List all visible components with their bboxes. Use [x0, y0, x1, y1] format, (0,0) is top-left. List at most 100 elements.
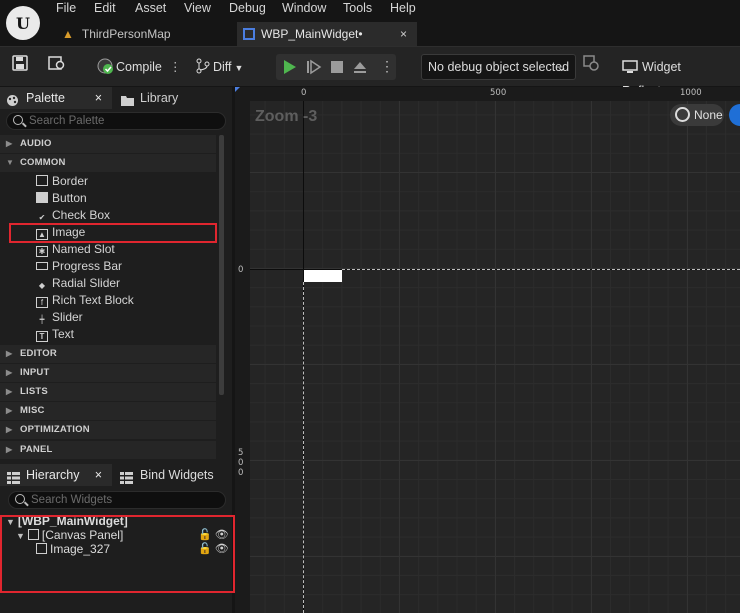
diff-chevron-down-icon: ▼: [234, 63, 244, 73]
palette-item-slider[interactable]: ┿ Slider: [36, 309, 83, 326]
widget-reflector-button[interactable]: Widget Reflector: [622, 55, 734, 98]
play-options-icon[interactable]: ⋮: [380, 58, 394, 75]
play-icon[interactable]: [282, 58, 298, 79]
palette-item-text[interactable]: T Text: [36, 326, 74, 343]
category-lists[interactable]: ▶ LISTS: [0, 383, 216, 401]
hierarchy-close-icon[interactable]: ×: [95, 464, 102, 486]
ruler-vertical: 0 5 0 0: [235, 101, 250, 613]
tab-library[interactable]: Library: [118, 87, 178, 109]
border-icon: [36, 175, 48, 186]
category-input[interactable]: ▶ INPUT: [0, 364, 216, 382]
menu-window[interactable]: Window: [282, 0, 326, 17]
menu-view[interactable]: View: [184, 0, 211, 17]
dpi-preview-button[interactable]: None: [670, 104, 724, 126]
ruler-tick-label: 0: [301, 88, 307, 98]
search-icon: [13, 115, 23, 125]
compile-options-icon[interactable]: ⋮: [169, 55, 182, 79]
tab-wbp-main-widget[interactable]: WBP_MainWidget• ×: [237, 22, 417, 46]
radial-slider-icon: ◆: [38, 281, 46, 290]
title-bar: U File Edit Asset View Debug Window Tool…: [0, 0, 740, 46]
canvas-bound-horizontal: [342, 269, 740, 270]
palette-item-check-box[interactable]: ✔ Check Box: [36, 207, 110, 224]
bind-widgets-icon: [120, 469, 133, 491]
palette-item-button[interactable]: Button: [36, 190, 87, 207]
tab-bind-widgets[interactable]: Bind Widgets: [118, 464, 214, 486]
palette-item-progress-bar[interactable]: Progress Bar: [36, 258, 122, 275]
palette-item-border[interactable]: Border: [36, 173, 88, 190]
expand-arrow-icon: ▶: [6, 406, 13, 415]
eject-icon[interactable]: [352, 59, 368, 78]
named-slot-icon: ✱: [36, 246, 48, 257]
hierarchy-icon: [7, 469, 20, 491]
unreal-logo-icon[interactable]: U: [6, 6, 40, 40]
chevron-down-icon: ⌄: [556, 60, 567, 74]
menu-debug[interactable]: Debug: [229, 0, 266, 17]
canvas-bound-vertical: [303, 282, 304, 613]
play-controls: ⋮: [276, 54, 396, 80]
widget-blueprint-icon: [243, 28, 255, 40]
ruler-horizontal: 0 500 1000: [250, 87, 740, 101]
category-panel[interactable]: ▶ PANEL: [0, 441, 216, 459]
palette-item-named-slot[interactable]: ✱ Named Slot: [36, 241, 115, 258]
rich-text-icon: f: [36, 297, 48, 308]
ruler-tick-label: 0: [238, 265, 244, 275]
find-in-world-icon[interactable]: [583, 55, 601, 79]
category-common[interactable]: ▼ COMMON: [0, 154, 216, 172]
level-icon: ▲: [62, 27, 74, 41]
menu-tools[interactable]: Tools: [343, 0, 372, 17]
ruler-tick-label: 0: [238, 468, 244, 478]
globe-icon: [675, 107, 690, 122]
diff-button[interactable]: Diff ▼: [196, 55, 248, 79]
expand-arrow-icon: ▶: [6, 425, 13, 434]
zoom-level: Zoom -3: [255, 108, 318, 125]
tab-palette[interactable]: Palette ×: [0, 87, 112, 109]
ruler-tick-label: 500: [490, 88, 507, 98]
ruler-tick-label: 5: [238, 448, 244, 458]
ruler-corner: [235, 87, 250, 101]
diff-icon: [196, 58, 210, 74]
save-icon[interactable]: [12, 55, 30, 79]
menu-file[interactable]: File: [56, 0, 76, 17]
hierarchy-highlight-box: [0, 515, 235, 593]
image-highlight-box: [9, 223, 217, 243]
menu-help[interactable]: Help: [390, 0, 416, 17]
progress-bar-icon: [36, 262, 48, 270]
editor-toolbar: Compile ⋮ Diff ▼ ⋮ No debug object select…: [0, 46, 740, 98]
category-editor[interactable]: ▶ EDITOR: [0, 345, 216, 363]
category-misc[interactable]: ▶ MISC: [0, 402, 216, 420]
folder-icon: [120, 92, 135, 114]
palette-close-icon[interactable]: ×: [95, 87, 102, 109]
ruler-tick-label: 1000: [680, 88, 702, 98]
palette-item-rich-text-block[interactable]: f Rich Text Block: [36, 292, 134, 309]
slider-icon: ┿: [39, 315, 45, 324]
image-widget-preview[interactable]: [304, 270, 342, 282]
palette-search-input[interactable]: Search Palette: [6, 112, 226, 130]
hierarchy-search-input[interactable]: Search Widgets: [8, 491, 226, 509]
tab-third-person-map[interactable]: ▲ ThirdPersonMap: [58, 22, 236, 46]
palette-item-radial-slider[interactable]: ◆ Radial Slider: [36, 275, 120, 292]
expand-arrow-icon: ▶: [6, 387, 13, 396]
expand-arrow-icon: ▶: [6, 368, 13, 377]
debug-object-select[interactable]: No debug object selected ⌄: [421, 54, 576, 80]
designer-canvas[interactable]: [235, 87, 740, 613]
palette-icon: [6, 92, 19, 114]
ruler-tick-label: 0: [238, 458, 244, 468]
step-icon[interactable]: [306, 59, 322, 78]
button-icon: [36, 192, 48, 203]
stop-icon[interactable]: [330, 60, 344, 77]
category-audio[interactable]: ▶ AUDIO: [0, 135, 216, 153]
menu-asset[interactable]: Asset: [135, 0, 166, 17]
menu-edit[interactable]: Edit: [94, 0, 116, 17]
collapse-arrow-icon: ▼: [6, 158, 15, 167]
expand-arrow-icon: ▶: [6, 349, 13, 358]
left-panel: Palette × Library Search Palette ▶ AUDIO …: [0, 87, 235, 613]
palette-tabs: Palette × Library: [0, 87, 232, 109]
expand-arrow-icon: ▶: [6, 445, 13, 454]
palette-scrollbar[interactable]: [219, 135, 224, 395]
tab-hierarchy[interactable]: Hierarchy ×: [0, 464, 112, 486]
category-optimization[interactable]: ▶ OPTIMIZATION: [0, 421, 216, 439]
text-icon: T: [36, 331, 48, 342]
browse-icon[interactable]: [48, 55, 68, 79]
tab-close-icon[interactable]: ×: [400, 22, 407, 46]
compile-button[interactable]: Compile: [96, 55, 162, 79]
